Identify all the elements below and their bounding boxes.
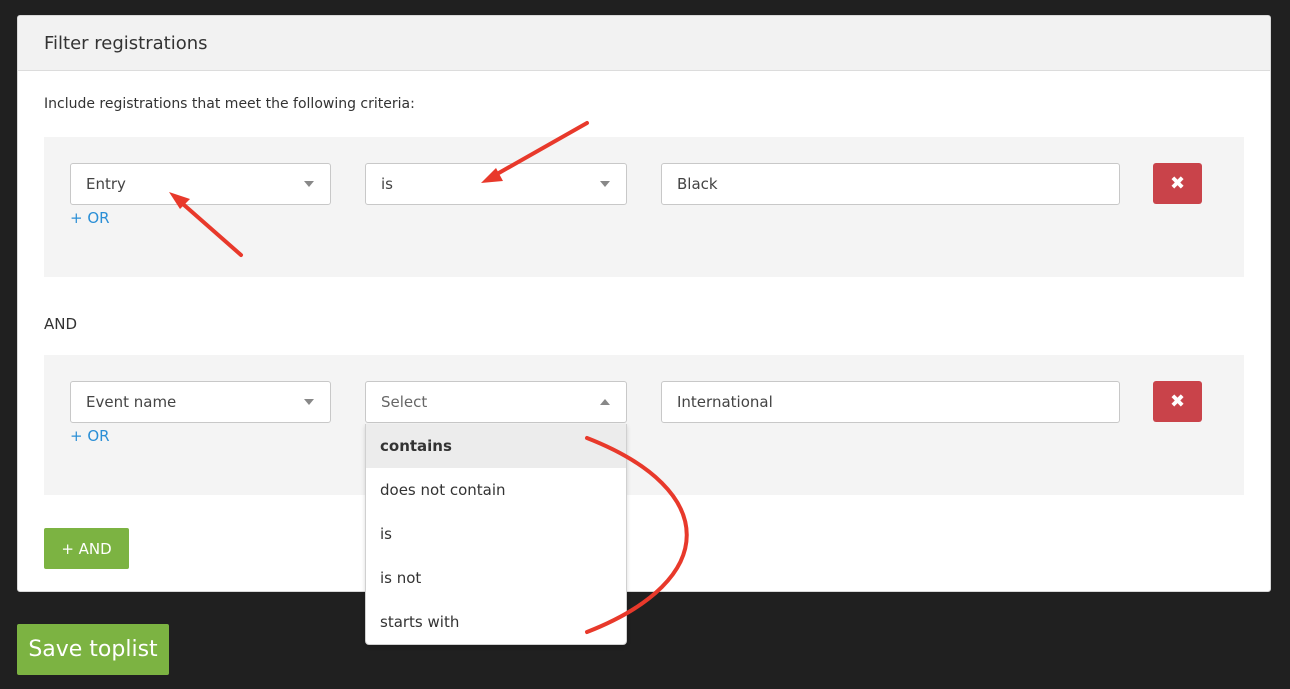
dropdown-option-contains[interactable]: contains [366, 424, 626, 468]
caret-up-icon [600, 399, 610, 405]
dropdown-option-is-not[interactable]: is not [366, 556, 626, 600]
operator-select[interactable]: Select [365, 381, 627, 423]
operator-select-placeholder: Select [381, 393, 428, 411]
criteria-group-1: Entry is Black ✖ + OR [44, 137, 1244, 277]
value-input[interactable]: Black [661, 163, 1120, 205]
dropdown-option-does-not-contain[interactable]: does not contain [366, 468, 626, 512]
operator-dropdown-menu: contains does not contain is is not star… [365, 424, 627, 645]
caret-down-icon [304, 399, 314, 405]
save-toplist-button[interactable]: Save toplist [17, 624, 169, 675]
field-select-value: Event name [86, 393, 177, 411]
criteria-intro: Include registrations that meet the foll… [44, 96, 415, 112]
operator-select[interactable]: is [365, 163, 627, 205]
caret-down-icon [600, 181, 610, 187]
panel-title: Filter registrations [18, 16, 1270, 71]
add-or-link[interactable]: + OR [70, 427, 110, 445]
caret-down-icon [304, 181, 314, 187]
field-select-value: Entry [86, 175, 126, 193]
dropdown-option-starts-with[interactable]: starts with [366, 600, 626, 644]
criteria-group-2: Event name Select International ✖ + OR [44, 355, 1244, 495]
delete-criteria-button[interactable]: ✖ [1153, 381, 1202, 422]
close-icon: ✖ [1169, 173, 1186, 194]
and-separator: AND [44, 315, 78, 333]
filter-panel: Filter registrations Include registratio… [17, 15, 1271, 592]
close-icon: ✖ [1169, 391, 1186, 412]
value-input[interactable]: International [661, 381, 1120, 423]
add-and-button[interactable]: + AND [44, 528, 129, 569]
field-select[interactable]: Entry [70, 163, 331, 205]
delete-criteria-button[interactable]: ✖ [1153, 163, 1202, 204]
field-select[interactable]: Event name [70, 381, 331, 423]
operator-select-value: is [381, 175, 393, 193]
dropdown-option-is[interactable]: is [366, 512, 626, 556]
add-or-link[interactable]: + OR [70, 209, 110, 227]
